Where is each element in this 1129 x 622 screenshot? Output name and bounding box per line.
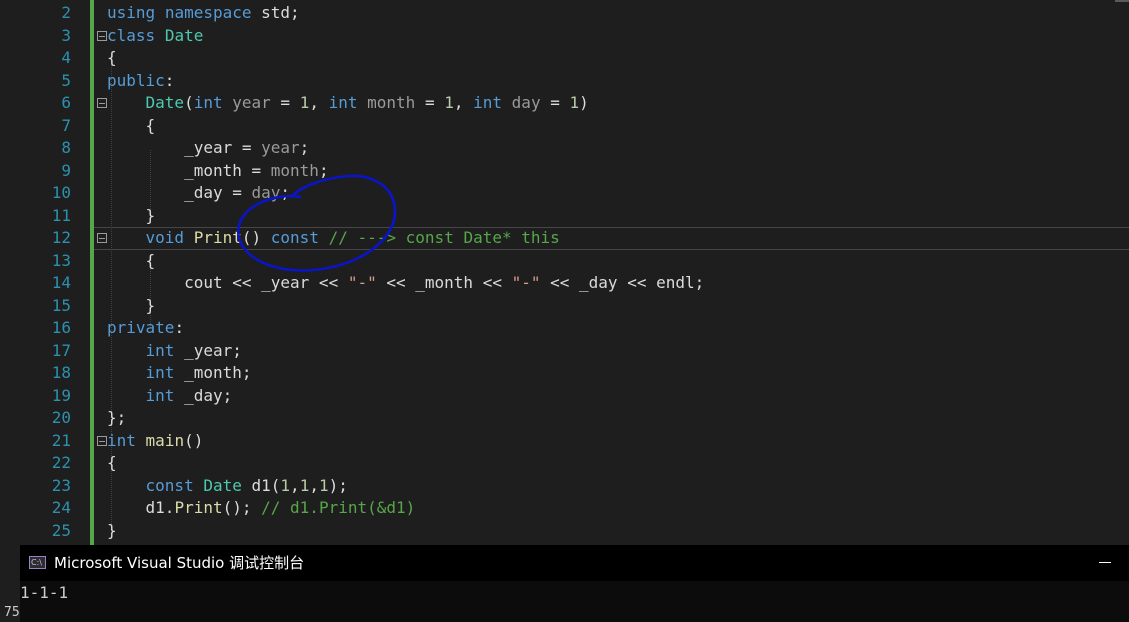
code-line[interactable]: 16 private: xyxy=(0,317,1129,340)
line-number: 9 xyxy=(61,161,71,180)
code-line[interactable]: 17 int _year; xyxy=(0,340,1129,363)
console-title-bar[interactable]: C:\ Microsoft Visual Studio 调试控制台 xyxy=(20,545,1129,581)
console-icon-label: C:\ xyxy=(31,558,42,567)
code-text[interactable]: private: xyxy=(107,317,184,340)
line-number: 23 xyxy=(51,476,71,495)
code-line[interactable]: 23 const Date d1(1,1,1); xyxy=(0,475,1129,498)
line-number: 5 xyxy=(61,71,71,90)
console-app-icon: C:\ xyxy=(29,556,46,569)
code-line[interactable]: 2 using namespace std; xyxy=(0,2,1129,25)
collapse-icon[interactable] xyxy=(97,98,107,108)
code-text[interactable]: { xyxy=(107,47,117,70)
code-text[interactable]: class Date xyxy=(107,25,203,48)
code-line[interactable]: 5 public: xyxy=(0,70,1129,93)
code-text[interactable]: const Date d1(1,1,1); xyxy=(107,475,348,498)
code-line[interactable]: 7 { xyxy=(0,115,1129,138)
line-number: 14 xyxy=(51,273,71,292)
code-text[interactable]: cout << _year << "-" << _month << "-" <<… xyxy=(107,272,704,295)
code-line[interactable]: 10 _day = day; xyxy=(0,182,1129,205)
line-number: 13 xyxy=(51,251,71,270)
line-number: 17 xyxy=(51,341,71,360)
code-text[interactable]: _day = day; xyxy=(107,182,290,205)
code-line[interactable]: 25 } xyxy=(0,520,1129,543)
code-text[interactable]: _year = year; xyxy=(107,137,309,160)
line-number: 7 xyxy=(61,116,71,135)
code-text[interactable]: } xyxy=(107,520,117,543)
code-line[interactable]: 6 Date(int year = 1, int month = 1, int … xyxy=(0,92,1129,115)
line-number: 10 xyxy=(51,183,71,202)
line-number: 18 xyxy=(51,363,71,382)
line-number: 25 xyxy=(51,521,71,540)
window-edge-text: 75 xyxy=(4,605,20,620)
debug-console-window[interactable]: C:\ Microsoft Visual Studio 调试控制台 1-1-1 xyxy=(20,545,1129,622)
code-text[interactable]: { xyxy=(107,115,156,138)
line-number: 22 xyxy=(51,453,71,472)
code-text[interactable]: Date(int year = 1, int month = 1, int da… xyxy=(107,92,589,115)
code-line[interactable]: 20 }; xyxy=(0,407,1129,430)
line-number: 11 xyxy=(51,206,71,225)
code-text[interactable]: int _month; xyxy=(107,362,252,385)
code-text[interactable]: } xyxy=(107,295,156,318)
code-line[interactable]: 11 } xyxy=(0,205,1129,228)
console-output: 1-1-1 xyxy=(20,583,69,602)
collapse-icon[interactable] xyxy=(97,436,107,446)
line-number: 3 xyxy=(61,26,71,45)
line-number: 20 xyxy=(51,408,71,427)
line-number: 8 xyxy=(61,138,71,157)
code-line[interactable]: 8 _year = year; xyxy=(0,137,1129,160)
line-number: 15 xyxy=(51,296,71,315)
code-text[interactable]: } xyxy=(107,205,156,228)
code-text[interactable]: public: xyxy=(107,70,174,93)
line-number: 12 xyxy=(51,228,71,247)
line-number: 24 xyxy=(51,498,71,517)
code-line[interactable]: 24 d1.Print(); // d1.Print(&d1) xyxy=(0,497,1129,520)
code-line[interactable]: 21 int main() xyxy=(0,430,1129,453)
code-line[interactable]: 4 { xyxy=(0,47,1129,70)
minimize-button[interactable] xyxy=(1093,551,1117,573)
code-line[interactable]: 3 class Date xyxy=(0,25,1129,48)
code-text[interactable]: _month = month; xyxy=(107,160,329,183)
code-text[interactable]: int _day; xyxy=(107,385,233,408)
line-number: 2 xyxy=(61,3,71,22)
console-window-title: Microsoft Visual Studio 调试控制台 xyxy=(54,554,305,572)
line-number: 6 xyxy=(61,93,71,112)
code-text[interactable]: }; xyxy=(107,407,126,430)
line-number: 4 xyxy=(61,48,71,67)
code-line[interactable]: 22 { xyxy=(0,452,1129,475)
collapse-icon[interactable] xyxy=(97,233,107,243)
line-number: 19 xyxy=(51,386,71,405)
code-line[interactable]: 18 int _month; xyxy=(0,362,1129,385)
line-number: 16 xyxy=(51,318,71,337)
code-line-current[interactable]: 12 void Print() const // ---> const Date… xyxy=(0,227,1129,250)
code-line[interactable]: 13 { xyxy=(0,250,1129,273)
code-line[interactable]: 9 _month = month; xyxy=(0,160,1129,183)
code-editor[interactable]: 2 using namespace std; 3 class Date 4 { … xyxy=(0,0,1129,545)
code-text[interactable]: using namespace std; xyxy=(107,2,300,25)
code-text[interactable]: { xyxy=(107,452,117,475)
code-text[interactable]: d1.Print(); // d1.Print(&d1) xyxy=(107,497,416,520)
code-line[interactable]: 19 int _day; xyxy=(0,385,1129,408)
code-text[interactable]: { xyxy=(107,250,156,273)
code-text[interactable]: int main() xyxy=(107,430,203,453)
collapse-icon[interactable] xyxy=(97,31,107,41)
code-text[interactable]: void Print() const // ---> const Date* t… xyxy=(107,227,560,250)
code-text[interactable]: int _year; xyxy=(107,340,242,363)
code-line[interactable]: 14 cout << _year << "-" << _month << "-"… xyxy=(0,272,1129,295)
code-line[interactable]: 15 } xyxy=(0,295,1129,318)
line-number: 21 xyxy=(51,431,71,450)
